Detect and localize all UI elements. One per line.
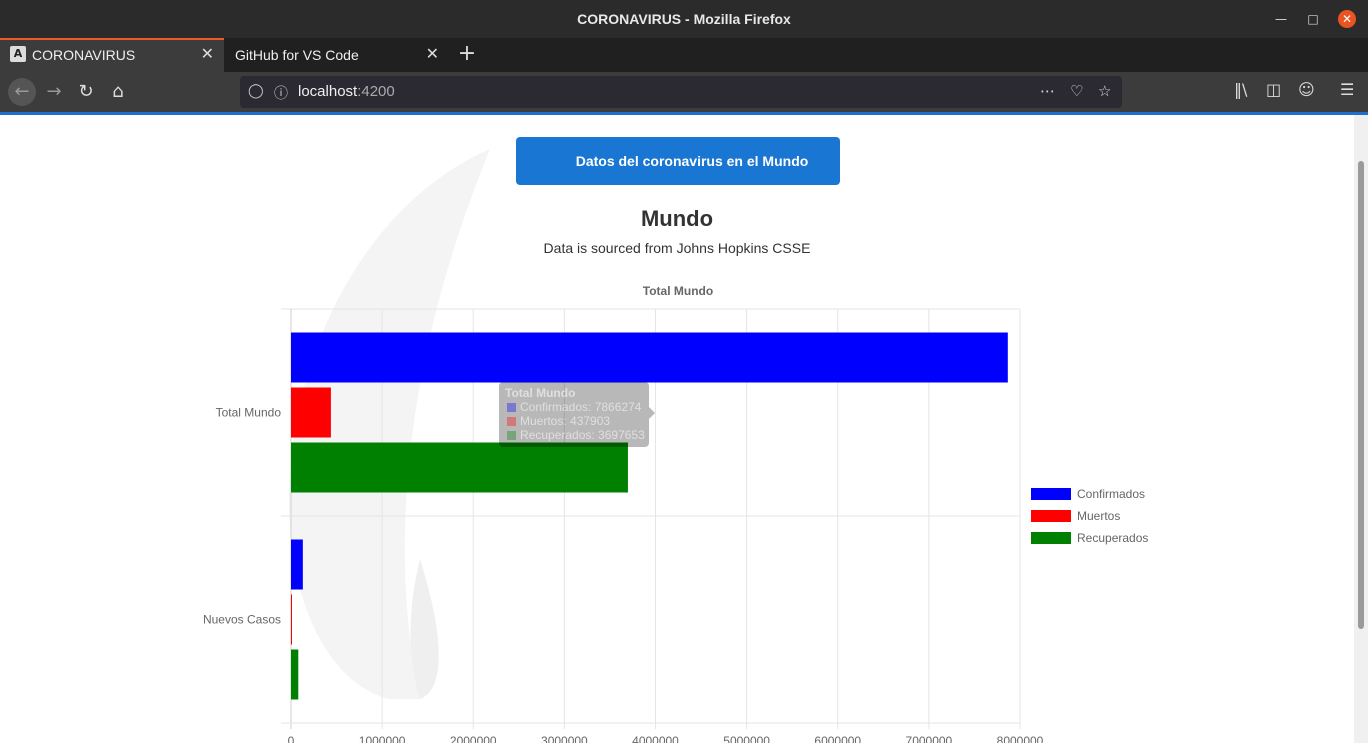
page-actions-icon[interactable]: ⋯ <box>1040 82 1055 100</box>
close-tab-icon[interactable]: ✕ <box>201 40 214 70</box>
reload-icon[interactable]: ↻ <box>72 78 100 106</box>
x-tick-label: 3000000 <box>541 734 588 743</box>
tab-label: GitHub for VS Code <box>235 47 359 63</box>
window-titlebar: CORONAVIRUS - Mozilla Firefox — □ ✕ <box>0 0 1368 38</box>
page-content: Datos del coronavirus en el Mundo Mundo … <box>0 115 1354 743</box>
world-data-button[interactable]: Datos del coronavirus en el Mundo <box>516 137 840 185</box>
tooltip-line: Muertos: 437903 <box>520 414 610 428</box>
y-category-label: Total Mundo <box>216 406 282 420</box>
window-title: CORONAVIRUS - Mozilla Firefox <box>577 11 791 27</box>
x-tick-label: 1000000 <box>359 734 406 743</box>
x-tick-label: 4000000 <box>632 734 679 743</box>
x-tick-label: 8000000 <box>997 734 1044 743</box>
tooltip-title: Total Mundo <box>505 386 575 400</box>
tooltip-line: Confirmados: 7866274 <box>520 400 642 414</box>
bar-recuperados <box>291 442 628 493</box>
legend-label: Confirmados <box>1077 487 1145 501</box>
angular-icon: A <box>10 46 26 62</box>
close-tab-icon[interactable]: ✕ <box>426 38 439 72</box>
chart-title: Total Mundo <box>643 284 713 298</box>
url-text[interactable]: localhost:4200 <box>298 83 395 100</box>
bar-confirmados <box>291 332 1008 383</box>
library-icon[interactable]: ‖\ <box>1234 80 1247 99</box>
legend-swatch <box>1031 488 1071 500</box>
tab-label: CORONAVIRUS <box>32 47 136 63</box>
home-icon[interactable]: ⌂ <box>104 78 132 106</box>
legend-swatch <box>1031 532 1071 544</box>
legend-label: Muertos <box>1077 509 1120 523</box>
menu-icon[interactable]: ☰ <box>1340 80 1354 99</box>
bar-muertos <box>291 594 292 645</box>
forward-icon[interactable]: → <box>40 78 68 106</box>
navigation-bar: ← → ↻ ⌂ ◯ ⓘ localhost:4200 ⋯ ♡ ☆ <box>0 72 1368 112</box>
x-tick-label: 6000000 <box>814 734 861 743</box>
y-category-label: Nuevos Casos <box>203 613 281 627</box>
maximize-icon[interactable]: □ <box>1304 10 1322 28</box>
tooltip-swatch <box>507 403 516 412</box>
sidebar-icon[interactable]: ◫ <box>1266 80 1281 99</box>
x-tick-label: 2000000 <box>450 734 497 743</box>
x-tick-label: 5000000 <box>723 734 770 743</box>
bar-confirmados <box>291 539 303 590</box>
tooltip-line: Recuperados: 3697653 <box>520 428 645 442</box>
tab-github[interactable]: GitHub for VS Code ✕ <box>225 38 449 72</box>
page-subtitle: Data is sourced from Johns Hopkins CSSE <box>543 240 811 256</box>
info-icon[interactable]: ⓘ <box>274 83 288 103</box>
bookmark-star-icon[interactable]: ☆ <box>1098 82 1111 100</box>
pocket-icon[interactable]: ♡ <box>1070 82 1083 100</box>
url-bar[interactable]: ◯ ⓘ localhost:4200 ⋯ ♡ ☆ <box>240 76 1122 108</box>
close-window-icon[interactable]: ✕ <box>1338 10 1356 28</box>
new-tab-icon[interactable]: + <box>456 38 478 72</box>
bar-chart: Total Mundo 0 1000000 2000000 3000000 400000… <box>203 284 1148 743</box>
tooltip-swatch <box>507 417 516 426</box>
bar-recuperados <box>291 649 299 700</box>
page-title: Mundo <box>640 206 714 231</box>
back-icon[interactable]: ← <box>8 78 36 106</box>
tab-coronavirus[interactable]: A CORONAVIRUS ✕ <box>0 38 224 72</box>
tab-bar: A CORONAVIRUS ✕ GitHub for VS Code ✕ <box>0 38 1368 72</box>
scrollbar[interactable] <box>1354 115 1368 743</box>
shield-icon[interactable]: ◯ <box>248 83 264 99</box>
tooltip-caret <box>649 407 655 419</box>
tooltip-swatch <box>507 431 516 440</box>
legend-label: Recuperados <box>1077 531 1148 545</box>
bar-muertos <box>291 387 331 438</box>
legend-swatch <box>1031 510 1071 522</box>
account-icon[interactable]: ☺ <box>1298 80 1315 99</box>
scrollbar-thumb[interactable] <box>1358 161 1364 629</box>
x-tick-label: 7000000 <box>906 734 953 743</box>
x-tick-label: 0 <box>288 734 295 743</box>
minimize-icon[interactable]: — <box>1272 10 1290 28</box>
